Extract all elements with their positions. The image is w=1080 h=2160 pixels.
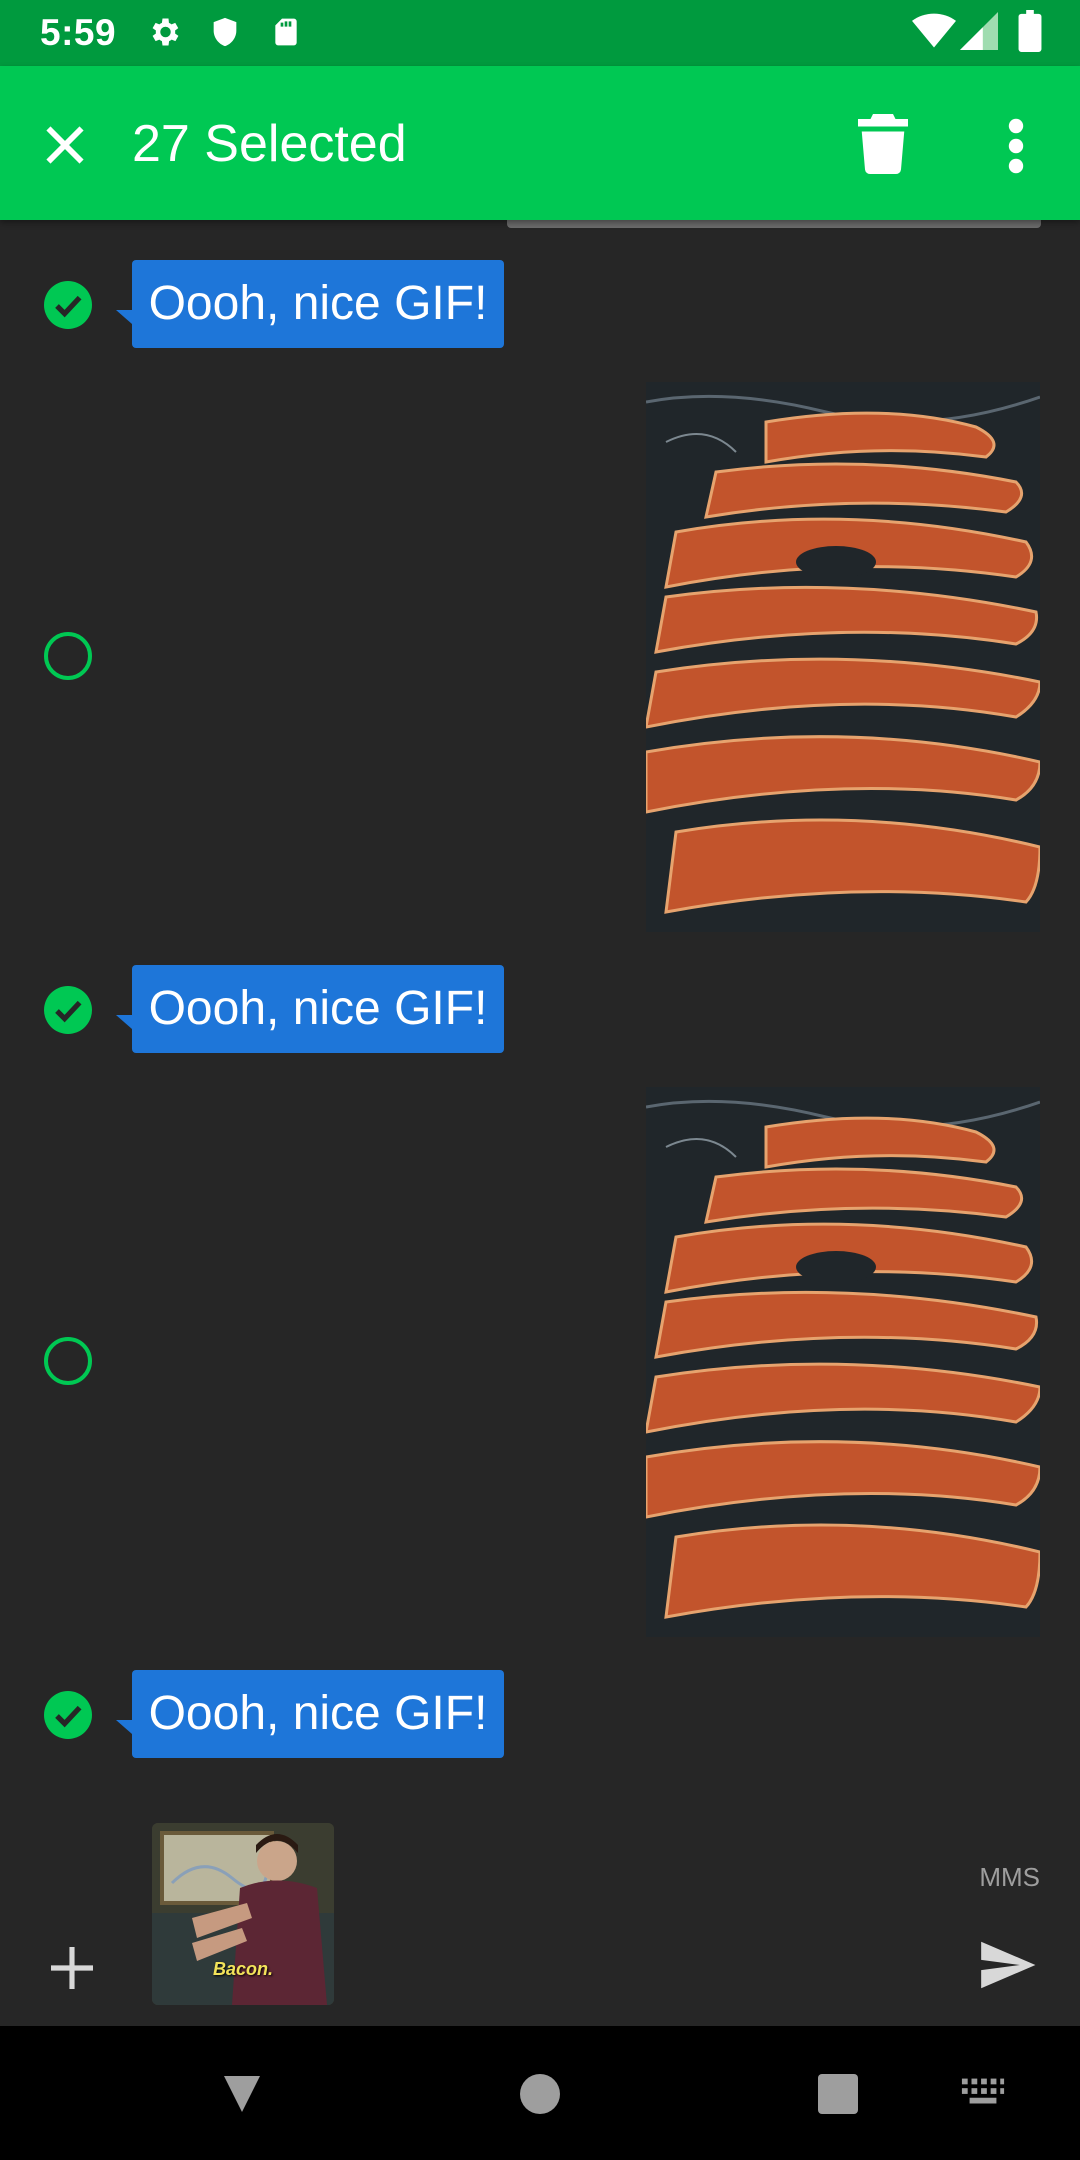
selection-action-bar: 27 Selected [0, 66, 1080, 220]
send-icon[interactable] [976, 1934, 1038, 1996]
attachment-caption: Bacon. [212, 1959, 273, 1979]
plus-icon[interactable] [44, 1940, 100, 1996]
selected-check-icon[interactable] [44, 281, 92, 329]
message-composer: Bacon. MMS [0, 1790, 1080, 2026]
selected-check-icon[interactable] [44, 986, 92, 1034]
recents-icon[interactable] [814, 2070, 862, 2123]
unselected-circle-icon[interactable] [44, 632, 92, 680]
selection-count-title: 27 Selected [132, 115, 407, 173]
sd-card-icon [270, 14, 302, 55]
unselected-circle-icon[interactable] [44, 1337, 92, 1385]
gear-icon [146, 14, 182, 55]
message-bubble[interactable]: Oooh, nice GIF! [116, 965, 504, 1053]
message-bubble[interactable]: Oooh, nice GIF! [116, 1670, 504, 1758]
bacon-gif-image[interactable] [646, 1087, 1040, 1637]
selected-check-icon[interactable] [44, 1691, 92, 1739]
signal-icon [960, 12, 998, 55]
system-nav-bar [0, 2026, 1080, 2160]
back-icon[interactable] [218, 2070, 266, 2123]
bacon-gif-image[interactable] [646, 382, 1040, 932]
keyboard-icon[interactable] [960, 2076, 1006, 2113]
battery-icon [1018, 10, 1042, 57]
shield-icon [208, 14, 242, 55]
more-vert-icon[interactable] [996, 116, 1036, 176]
attachment-thumbnail[interactable]: Bacon. [152, 1823, 334, 2005]
status-bar: 5:59 [0, 0, 1080, 66]
mms-label: MMS [979, 1862, 1040, 1892]
trash-icon[interactable] [858, 114, 908, 175]
message-bubble[interactable]: Oooh, nice GIF! [116, 260, 504, 348]
wifi-icon [912, 12, 956, 55]
previous-image-edge [507, 220, 1041, 228]
close-icon[interactable] [36, 116, 94, 174]
status-time: 5:59 [40, 12, 117, 53]
home-icon[interactable] [516, 2070, 564, 2123]
